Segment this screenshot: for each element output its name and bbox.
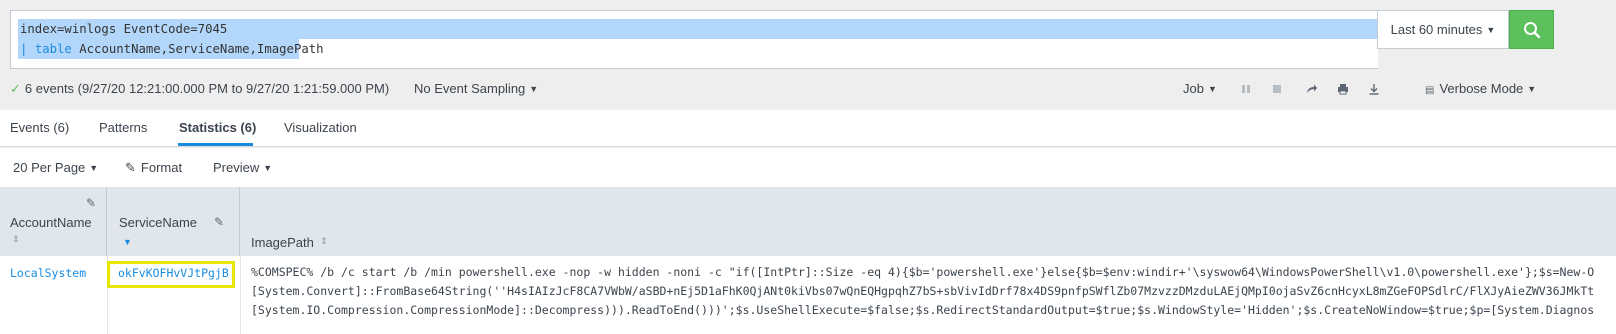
- chevron-down-icon: ▼: [1527, 84, 1537, 94]
- search-mode-dropdown[interactable]: ▤ Verbose Mode ▼: [1425, 81, 1536, 96]
- tab-patterns[interactable]: Patterns: [99, 120, 147, 135]
- export-icon[interactable]: [1367, 82, 1381, 96]
- tab-visualization[interactable]: Visualization: [284, 120, 357, 135]
- column-header-accountname[interactable]: ✎ AccountName ⇕: [0, 187, 107, 256]
- time-range-picker[interactable]: Last 60 minutes ▼: [1377, 10, 1509, 49]
- cell-imagepath-line-1[interactable]: %COMSPEC% /b /c start /b /min powershell…: [251, 263, 1594, 282]
- column-header-servicename[interactable]: ServiceName ✎ ▼: [107, 187, 240, 256]
- pencil-icon[interactable]: ✎: [214, 215, 224, 229]
- tab-statistics[interactable]: Statistics (6): [179, 120, 256, 135]
- table-body: LocalSystem okFvKOFHvVJtPgjB %COMSPEC% /…: [0, 256, 1616, 334]
- stop-icon[interactable]: [1270, 82, 1284, 96]
- pencil-icon[interactable]: ✎: [86, 196, 96, 210]
- chevron-down-icon: ▼: [263, 163, 273, 173]
- event-sampling-dropdown[interactable]: No Event Sampling ▼: [414, 81, 538, 96]
- chevron-down-icon: ▼: [89, 163, 99, 173]
- per-page-dropdown[interactable]: 20 Per Page ▼: [13, 160, 98, 175]
- mode-icon: ▤: [1425, 85, 1435, 96]
- column-header-imagepath[interactable]: ImagePath ⇕: [240, 187, 1616, 256]
- chevron-down-icon: ▼: [1486, 24, 1496, 35]
- search-button[interactable]: [1509, 10, 1554, 49]
- results-tabs: Events (6) Patterns Statistics (6) Visua…: [0, 110, 1616, 147]
- column-divider: [240, 256, 241, 334]
- cell-imagepath-line-2[interactable]: [System.Convert]::FromBase64String(''H4s…: [251, 282, 1594, 301]
- search-query[interactable]: index=winlogs EventCode=7045 | table Acc…: [18, 19, 1384, 59]
- search-input[interactable]: index=winlogs EventCode=7045 | table Acc…: [10, 10, 1384, 69]
- table-header: ✎ AccountName ⇕ ServiceName ✎ ▼ ImagePat…: [0, 187, 1616, 256]
- events-summary: ✓ 6 events (9/27/20 12:21:00.000 PM to 9/…: [10, 81, 390, 96]
- query-line-2: | table AccountName,ServiceName,ImagePat…: [18, 39, 324, 59]
- chevron-down-icon: ▼: [1207, 84, 1217, 94]
- preview-dropdown[interactable]: Preview ▼: [213, 160, 272, 175]
- pause-icon[interactable]: [1239, 82, 1253, 96]
- tab-events[interactable]: Events (6): [10, 120, 69, 135]
- sort-desc-icon[interactable]: ▼: [123, 237, 132, 247]
- query-command: table: [34, 42, 72, 56]
- job-status-bar: ✓ 6 events (9/27/20 12:21:00.000 PM to 9/…: [0, 77, 1616, 103]
- print-icon[interactable]: [1336, 82, 1350, 96]
- format-button[interactable]: ✎ Format: [125, 160, 182, 176]
- cell-servicename[interactable]: okFvKOFHvVJtPgjB: [118, 264, 229, 283]
- cell-imagepath-line-3[interactable]: [System.IO.Compression.CompressionMode]:…: [251, 301, 1594, 320]
- query-pipe: |: [20, 42, 28, 56]
- results-toolbar: 20 Per Page ▼ ✎ Format Preview ▼: [0, 148, 1616, 187]
- search-icon: [1523, 21, 1540, 38]
- query-args: AccountName,ServiceName,ImagePath: [79, 42, 324, 56]
- pencil-icon: ✎: [125, 160, 136, 175]
- time-range-label: Last 60 minutes: [1390, 22, 1483, 37]
- active-tab-indicator: [178, 143, 253, 146]
- share-icon[interactable]: [1305, 82, 1319, 96]
- sort-icon[interactable]: ⇕: [320, 236, 328, 247]
- chevron-down-icon: ▼: [529, 84, 539, 94]
- job-menu[interactable]: Job ▼: [1183, 81, 1217, 96]
- cell-accountname[interactable]: LocalSystem: [10, 264, 86, 283]
- query-line-1: index=winlogs EventCode=7045: [18, 19, 1384, 39]
- sort-icon[interactable]: ⇕: [12, 234, 20, 245]
- check-icon: ✓: [10, 81, 21, 96]
